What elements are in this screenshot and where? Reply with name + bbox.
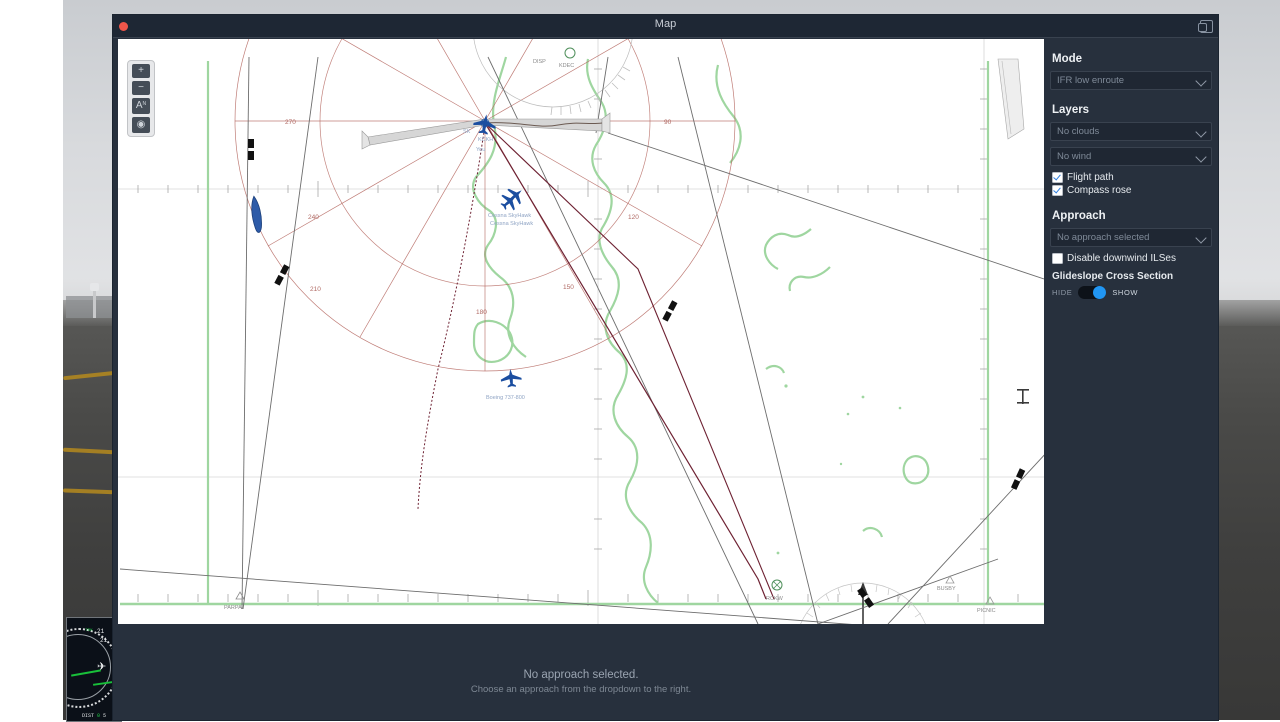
map-window: Map + − AN ◉ 270 240 210 180 150 120 90 … xyxy=(113,15,1218,720)
status-secondary-text: Choose an approach from the dropdown to … xyxy=(470,684,692,695)
toggle-show-label: SHOW xyxy=(1112,288,1139,297)
compass-label-240: 240 xyxy=(308,214,319,221)
compass-label-180: 180 xyxy=(476,309,487,316)
glideslope-toggle-row: HIDE SHOW xyxy=(1052,286,1212,299)
map-control-cluster: + − AN ◉ xyxy=(127,60,155,137)
clouds-select-value: No clouds xyxy=(1057,126,1100,137)
flight-path-label: Flight path xyxy=(1067,172,1114,183)
aircraft-label-3: Boeing 737-800 xyxy=(486,395,525,401)
approach-status-area: No approach selected. Choose an approach… xyxy=(118,627,1044,719)
disable-ilses-label: Disable downwind ILSes xyxy=(1067,253,1176,264)
dist-unit: 5 xyxy=(103,713,107,719)
label-PICNIC: PICNIC xyxy=(977,608,996,614)
mode-select-value: IFR low enroute xyxy=(1057,75,1125,86)
map-graphics: 270 240 210 180 150 120 90 SK KCKH You R… xyxy=(118,39,1044,624)
label-PARPA: PARPA xyxy=(224,605,242,611)
window-title: Map xyxy=(654,18,677,30)
aircraft-label-2: Cessna SkyHawk xyxy=(490,221,533,227)
label-KDEC: KDEC xyxy=(559,63,574,69)
label-SK: SK xyxy=(463,129,471,135)
chevron-down-icon xyxy=(1195,75,1207,87)
glideslope-cross-section-label: Glideslope Cross Section xyxy=(1052,271,1174,282)
screen-left-margin xyxy=(0,0,63,720)
instrument-track-value: 21 xyxy=(97,628,105,635)
instrument-track-label: TRK xyxy=(85,629,93,633)
compass-rose-label: Compass rose xyxy=(1067,185,1132,196)
compass-label-210: 210 xyxy=(310,286,321,293)
dist-label: DIST xyxy=(81,713,94,719)
compass-rose-checkbox-row[interactable]: Compass rose xyxy=(1052,185,1212,196)
center-on-aircraft-button[interactable]: ◉ xyxy=(132,117,150,133)
approach-select[interactable]: No approach selected xyxy=(1050,228,1212,247)
toggle-hide-label: HIDE xyxy=(1052,288,1073,297)
north-up-letter: A xyxy=(135,100,143,111)
mode-select[interactable]: IFR low enroute xyxy=(1050,71,1212,90)
approach-heading: Approach xyxy=(1052,210,1106,222)
label-you: You xyxy=(476,147,485,153)
aircraft-symbol-icon: ✈ xyxy=(97,661,107,673)
zoom-out-button[interactable]: − xyxy=(132,81,150,95)
window-titlebar: Map xyxy=(113,15,1218,38)
sim-tower-light xyxy=(90,283,99,291)
label-BUSBY: BUSBY xyxy=(937,586,956,592)
compass-label-150: 150 xyxy=(563,284,574,291)
dist-value: 0 xyxy=(96,713,100,719)
sim-control-tower xyxy=(93,288,96,318)
map-settings-sidebar: Mode IFR low enroute Layers No clouds No… xyxy=(1044,39,1218,720)
toggle-knob xyxy=(1093,286,1107,299)
mode-heading: Mode xyxy=(1052,53,1083,65)
approach-select-value: No approach selected xyxy=(1057,232,1150,243)
layers-heading: Layers xyxy=(1052,104,1090,116)
label-DISP: DISP xyxy=(533,59,546,65)
compass-label-270: 270 xyxy=(285,119,296,126)
restore-window-icon[interactable] xyxy=(1198,20,1213,33)
wind-select-value: No wind xyxy=(1057,151,1092,162)
compass-label-90: 90 xyxy=(664,119,672,126)
clouds-select[interactable]: No clouds xyxy=(1050,122,1212,141)
chevron-down-icon xyxy=(1195,126,1207,138)
flight-path-checkbox-row[interactable]: Flight path xyxy=(1052,172,1212,183)
north-up-button[interactable]: AN xyxy=(132,98,150,114)
zoom-in-button[interactable]: + xyxy=(132,64,150,78)
north-up-superscript: N xyxy=(142,101,147,107)
compass-rose-checkbox[interactable] xyxy=(1052,185,1063,196)
wind-select[interactable]: No wind xyxy=(1050,147,1212,166)
compass-label-120: 120 xyxy=(628,214,639,221)
chevron-down-icon xyxy=(1195,151,1207,163)
flight-path-checkbox[interactable] xyxy=(1052,172,1063,183)
glideslope-toggle[interactable] xyxy=(1078,286,1107,299)
aircraft-label-1: Cessna SkyHawk xyxy=(488,213,531,219)
disable-ilses-checkbox-row[interactable]: Disable downwind ILSes xyxy=(1052,253,1212,264)
map-canvas[interactable]: + − AN ◉ 270 240 210 180 150 120 90 SK K… xyxy=(118,39,1044,624)
status-primary-text: No approach selected. xyxy=(523,669,639,681)
label-KCKH: KCKH xyxy=(478,137,493,143)
label-RCKW: RCKW xyxy=(766,596,784,602)
disable-ilses-checkbox[interactable] xyxy=(1052,253,1063,264)
instrument-secondary-value: 21 xyxy=(100,637,108,644)
chevron-down-icon xyxy=(1195,232,1207,244)
